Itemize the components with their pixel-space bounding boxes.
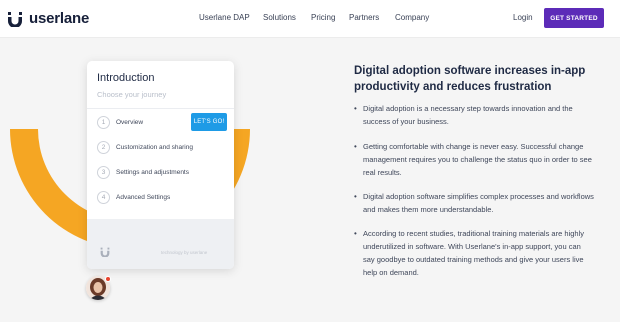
card-divider bbox=[87, 108, 234, 109]
benefit-text: Digital adoption is a necessary step tow… bbox=[363, 104, 573, 126]
step-label: Advanced Settings bbox=[116, 193, 171, 201]
step-number: 3 bbox=[97, 165, 110, 179]
bullet-dot-icon: • bbox=[354, 104, 357, 113]
card-subtitle: Choose your journey bbox=[97, 90, 167, 99]
benefit-item: • According to recent studies, tradition… bbox=[354, 227, 594, 279]
journey-step-customization[interactable]: 2 Customization and sharing bbox=[97, 140, 193, 154]
benefit-item: • Digital adoption is a necessary step t… bbox=[354, 102, 594, 128]
card-title: Introduction bbox=[97, 72, 155, 84]
benefit-item: • Getting comfortable with change is nev… bbox=[354, 140, 594, 179]
step-label: Overview bbox=[116, 118, 144, 126]
bullet-dot-icon: • bbox=[354, 229, 357, 238]
step-number: 4 bbox=[97, 190, 110, 204]
footer-credit: technology by userlane bbox=[161, 250, 208, 255]
card-footer: technology by userlane bbox=[87, 219, 234, 269]
userlane-u-icon bbox=[100, 247, 110, 257]
step-number: 2 bbox=[97, 140, 110, 154]
benefit-text: Getting comfortable with change is never… bbox=[363, 142, 592, 177]
lets-go-button[interactable]: LET'S GO! bbox=[191, 113, 227, 131]
journey-step-overview[interactable]: 1 Overview bbox=[97, 115, 143, 129]
bullet-dot-icon: • bbox=[354, 192, 357, 201]
benefit-text: Digital adoption software simplifies com… bbox=[363, 192, 594, 214]
benefit-text: According to recent studies, traditional… bbox=[363, 229, 584, 277]
step-label: Settings and adjustments bbox=[116, 168, 189, 176]
step-number: 1 bbox=[97, 115, 110, 129]
notification-dot-icon bbox=[105, 276, 111, 282]
section-headline: Digital adoption software increases in-a… bbox=[354, 65, 586, 93]
step-label: Customization and sharing bbox=[116, 143, 193, 151]
journey-step-settings[interactable]: 3 Settings and adjustments bbox=[97, 165, 189, 179]
journey-step-advanced[interactable]: 4 Advanced Settings bbox=[97, 190, 170, 204]
journey-card: Introduction Choose your journey 1 Overv… bbox=[87, 61, 234, 269]
benefit-item: • Digital adoption software simplifies c… bbox=[354, 190, 594, 216]
bullet-dot-icon: • bbox=[354, 142, 357, 151]
